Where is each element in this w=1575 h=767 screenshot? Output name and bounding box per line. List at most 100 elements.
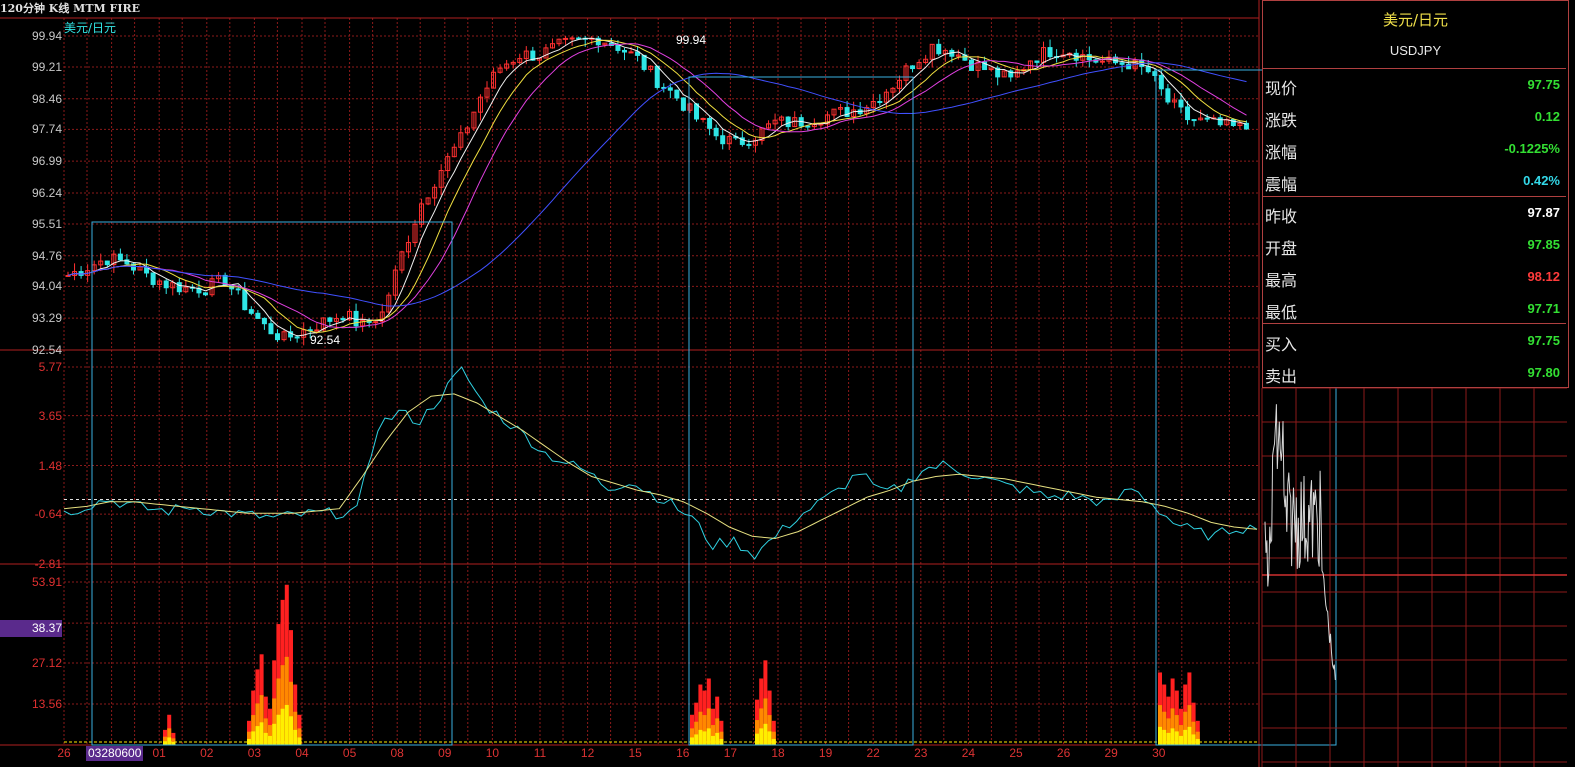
fire-bar (289, 716, 293, 745)
quote-label: 最低 (1265, 303, 1298, 322)
y-axis-label: 5.77 (38, 360, 62, 374)
fire-bar (690, 737, 694, 745)
quote-label: 卖出 (1265, 367, 1298, 386)
candle-body (805, 125, 811, 128)
quote-row: 震幅 0.42% (1263, 165, 1566, 197)
quote-row: 买入 97.75 (1263, 325, 1566, 357)
y-axis-label: 96.24 (31, 186, 62, 200)
fire-bar (1179, 735, 1183, 745)
y-axis-label: 93.29 (31, 311, 62, 326)
candle-body (150, 272, 156, 285)
candle-body (785, 116, 791, 128)
fire-bar (1174, 731, 1179, 745)
candle-body (674, 89, 680, 99)
candle-body (707, 117, 713, 129)
candle-body (621, 49, 627, 53)
x-axis-label: 10 (485, 746, 500, 760)
quote-value: 97.80 (1527, 365, 1560, 380)
candle-body (104, 260, 110, 266)
y-axis-label: -2.81 (34, 557, 62, 571)
x-axis-label: 29 (1104, 746, 1118, 760)
x-axis-label: 03 (247, 746, 262, 760)
fire-bar (706, 728, 711, 745)
quote-row: 最低 97.71 (1263, 293, 1566, 325)
quote-row: 开盘 97.85 (1263, 229, 1566, 261)
candle-body (163, 280, 169, 289)
quote-row: 最高 98.12 (1263, 261, 1566, 293)
x-axis-label: 08 (390, 746, 404, 760)
mtm-line (63, 366, 1258, 560)
y-axis-label: 95.51 (31, 216, 62, 231)
fire-bar (1170, 728, 1175, 745)
candle-body (1165, 88, 1171, 103)
low-label: 92.54 (310, 333, 341, 347)
fire-bar (297, 737, 302, 745)
quote-panel: 美元/日元 USDJPY 现价 97.75 涨跌 0.12 涨幅 -0.1225% 震幅 0.… (1262, 0, 1569, 388)
candle-body (615, 44, 621, 51)
fire-bar (1191, 734, 1196, 745)
quote-value: 97.71 (1527, 301, 1560, 316)
candle-body (248, 309, 254, 314)
candle-body (654, 65, 660, 88)
quote-row: 现价 97.75 (1263, 69, 1566, 101)
candle-body (1047, 47, 1053, 58)
candle-body (373, 321, 379, 324)
quote-label: 现价 (1265, 79, 1298, 98)
fire-bar (1183, 729, 1188, 745)
chart-title: 120分钟 K线 MTM FIRE (0, 2, 141, 15)
highlight-box (91, 221, 453, 746)
candle-body (261, 317, 267, 325)
quote-value: 97.87 (1527, 205, 1560, 220)
candle-body (1191, 119, 1197, 122)
cursor-x-value: 03280600 (86, 746, 144, 761)
candle-body (641, 54, 647, 70)
fire-bar (1162, 729, 1167, 745)
quote-label: 震幅 (1265, 175, 1298, 194)
candle-body (680, 97, 686, 111)
candle-body (294, 336, 300, 339)
x-axis-label: 25 (1009, 746, 1023, 760)
fire-bar (702, 731, 707, 745)
candle-body (1204, 117, 1210, 120)
quote-value: 0.42% (1523, 173, 1560, 188)
candle-body (877, 101, 883, 104)
quote-row: 涨幅 -0.1225% (1263, 133, 1566, 165)
fire-bar (694, 734, 699, 745)
quote-label: 开盘 (1265, 239, 1298, 258)
candle-body (176, 282, 182, 293)
x-axis-label: 09 (438, 746, 452, 760)
candle-body (1217, 117, 1223, 126)
fire-bar (284, 704, 289, 745)
y-axis-label: 27.12 (31, 656, 62, 670)
high-label: 99.94 (676, 33, 707, 47)
quote-panel-code: USDJPY (1389, 43, 1442, 58)
quote-value: -0.1225% (1504, 141, 1560, 156)
fire-bar (251, 731, 256, 745)
x-axis-label: 01 (152, 746, 166, 760)
x-axis-label: 11 (533, 746, 547, 760)
quote-row: 涨跌 0.12 (1263, 101, 1566, 133)
y-axis-label: 13.56 (31, 697, 62, 711)
y-axis-label: 53.91 (31, 575, 62, 589)
fire-bar (276, 714, 281, 745)
candle-body (1185, 106, 1191, 121)
y-axis-label: 94.76 (31, 248, 62, 263)
candle-body (910, 65, 916, 70)
candle-body (340, 318, 346, 321)
candle-body (1119, 62, 1125, 65)
fire-bar (293, 729, 298, 745)
x-axis-label: 15 (628, 746, 642, 760)
y-axis-label: -0.64 (34, 507, 62, 522)
candle-body (936, 43, 942, 55)
x-axis-label: 12 (580, 746, 595, 760)
candle-body (628, 51, 634, 54)
y-axis-label: 99.21 (31, 59, 62, 74)
x-axis-label: 02 (200, 746, 214, 760)
quote-value: 97.75 (1527, 333, 1560, 348)
x-axis-label: 22 (866, 746, 880, 760)
x-axis-label: 04 (295, 746, 309, 760)
fire-bar (715, 732, 720, 745)
candle-body (694, 103, 700, 120)
quote-value: 0.12 (1534, 109, 1560, 124)
candle-body (713, 127, 719, 137)
